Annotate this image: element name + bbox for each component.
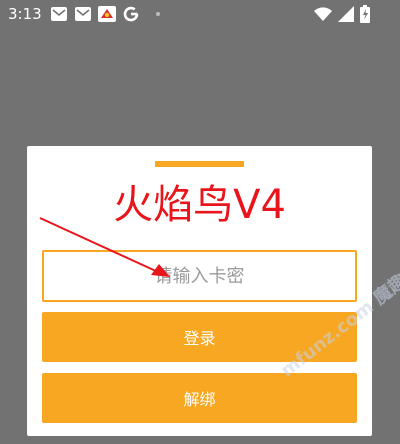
dialog-title: 火焰鸟V4 [113, 182, 286, 228]
status-bar: 3:13 [0, 0, 400, 28]
card-key-input[interactable] [42, 250, 357, 302]
signal-icon [338, 6, 354, 26]
battery-charging-icon [360, 5, 370, 27]
google-icon [122, 6, 140, 22]
mail-icon [50, 6, 68, 22]
bird-app-icon [98, 6, 116, 22]
wifi-icon [314, 6, 332, 26]
dialog-accent-bar [155, 161, 244, 167]
notification-dot [156, 12, 160, 16]
mail-icon [74, 6, 92, 22]
status-time: 3:13 [8, 5, 42, 23]
